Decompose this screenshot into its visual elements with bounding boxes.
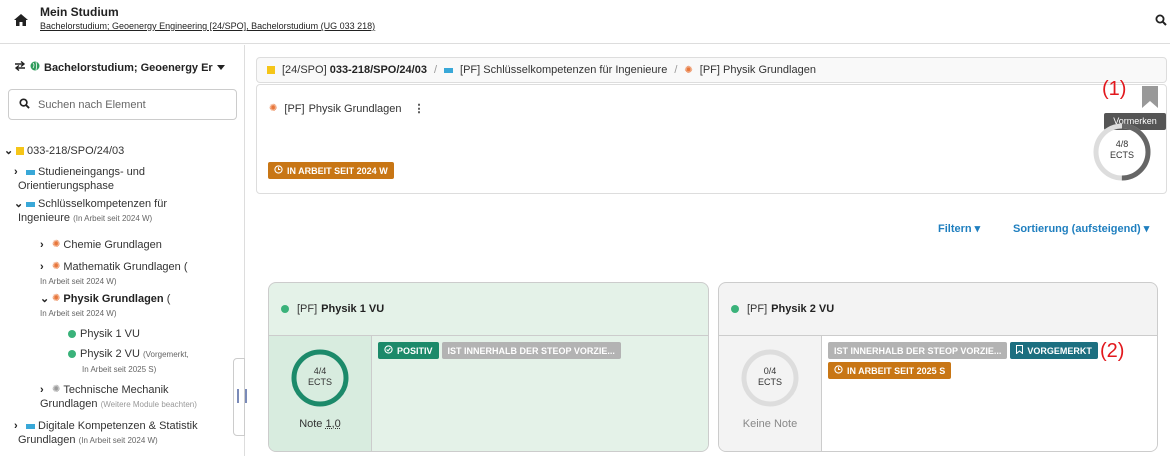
- chevron-down-icon: ⌄: [40, 293, 50, 305]
- caret-down-icon: [216, 62, 225, 74]
- breadcrumb-separator: /: [674, 64, 678, 76]
- annotation-2: (2): [1100, 340, 1125, 362]
- sidebar: Bachelorstudium; Geoenergy Er Suchen nac…: [0, 45, 245, 456]
- status-dot-icon: [731, 305, 739, 313]
- module-icon: ✺: [52, 239, 61, 251]
- clock-icon: [834, 365, 843, 376]
- ects-unit: ECTS: [307, 377, 332, 387]
- tree-node-steop[interactable]: › Studieneingangs- und Orientierungsphase: [14, 165, 145, 193]
- ects-progress-ring: 4/4 ECTS: [289, 347, 351, 409]
- status-badge: IN ARBEIT SEIT 2024 W: [268, 162, 394, 179]
- breadcrumb-separator: /: [433, 64, 438, 76]
- check-circle-icon: [384, 345, 393, 356]
- home-icon[interactable]: [14, 14, 28, 29]
- grade: Note 1,0: [299, 418, 341, 430]
- module-group-icon: [444, 67, 454, 73]
- folder-icon: [16, 147, 24, 156]
- course-card-badges: POSITIV IST INNERHALB DER STEOP VORZIE..…: [372, 335, 708, 451]
- breadcrumb-item-1[interactable]: [24/SPO] 033-218/SPO/24/03: [282, 64, 427, 76]
- search-icon[interactable]: [1155, 14, 1167, 29]
- chevron-right-icon: ›: [40, 239, 44, 251]
- steop-badge: IST INNERHALB DER STEOP VORZIE...: [828, 342, 1008, 359]
- tree-node-physik-1[interactable]: Physik 1 VU: [68, 327, 140, 341]
- module-group-icon: [26, 423, 35, 429]
- course-card-header: [PF] Physik 2 VU: [719, 283, 1157, 335]
- status-badge: IN ARBEIT SEIT 2025 S: [828, 362, 952, 379]
- module-icon: ✺: [52, 293, 61, 305]
- search-icon: [19, 97, 30, 112]
- module-icon: ✺: [52, 384, 61, 396]
- ects-value: 4/8: [1115, 139, 1129, 149]
- page-title: Mein Studium: [40, 5, 119, 19]
- ects-unit: ECTS: [1109, 150, 1134, 160]
- program-switcher[interactable]: Bachelorstudium; Geoenergy Er: [14, 60, 225, 74]
- breadcrumb: [24/SPO] 033-218/SPO/24/03 / [PF] Schlüs…: [256, 57, 1167, 83]
- chevron-down-icon: ⌄: [4, 145, 14, 157]
- module-icon: ✺: [269, 103, 278, 114]
- chevron-right-icon: ›: [40, 384, 44, 396]
- program-name: Bachelorstudium; Geoenergy Er: [44, 61, 213, 74]
- chevron-right-icon: ›: [14, 420, 18, 432]
- module-icon: ✺: [684, 64, 693, 76]
- ects-value: 0/4: [763, 366, 777, 376]
- status-dot-icon: [68, 350, 76, 359]
- module-title: ✺ [PF] Physik Grundlagen ⋮: [269, 102, 425, 116]
- tree-node-root[interactable]: ⌄ 033-218/SPO/24/03: [4, 144, 124, 158]
- search-placeholder: Suchen nach Element: [38, 98, 146, 111]
- bookmark-icon[interactable]: [1142, 86, 1158, 111]
- tree-node-technische-mechanik[interactable]: › ✺ Technische Mechanik Grundlagen (Weitere…: [40, 383, 197, 412]
- module-group-icon: [26, 169, 35, 175]
- breadcrumb-item-2[interactable]: [PF] Schlüsselkompetenzen für Ingenieure: [460, 64, 667, 76]
- annotation-1: (1): [1102, 78, 1127, 100]
- bookmark-icon: [1016, 345, 1024, 356]
- folder-icon: [267, 66, 275, 74]
- search-input[interactable]: Suchen nach Element: [8, 89, 237, 120]
- tree-node-mathematik[interactable]: › ✺ Mathematik Grundlagen (In Arbeit seit …: [40, 260, 188, 289]
- program-link[interactable]: Bachelorstudium; Geoenergy Engineering […: [40, 21, 375, 31]
- more-options-icon[interactable]: ⋮: [414, 102, 425, 115]
- sidebar-collapse-handle[interactable]: [233, 358, 247, 436]
- grade: Keine Note: [742, 418, 798, 430]
- chevron-right-icon: ›: [40, 261, 44, 273]
- tree-node-digitale-kompetenzen[interactable]: › Digitale Kompetenzen & Statistik Grundla…: [14, 419, 198, 448]
- course-card-ects: 0/4 ECTS Keine Note: [719, 335, 822, 451]
- chevron-down-icon: ⌄: [14, 198, 24, 210]
- course-card-header: [PF] Physik 1 VU: [269, 283, 708, 335]
- tree-node-physik-grundlagen[interactable]: ⌄ ✺ Physik Grundlagen (In Arbeit seit 2024…: [40, 292, 170, 321]
- status-dot-icon: [281, 305, 289, 313]
- ects-value: 4/4: [313, 366, 327, 376]
- course-card-physik-2[interactable]: [PF] Physik 2 VU 0/4 ECTS Keine Note IST…: [718, 282, 1158, 452]
- globe-icon: [30, 61, 40, 74]
- tree-node-physik-2[interactable]: Physik 2 VU (Vorgemerkt, In Arbeit seit 2…: [68, 347, 189, 377]
- positive-badge: POSITIV: [378, 342, 439, 359]
- tree-node-chemie[interactable]: › ✺ Chemie Grundlagen: [40, 238, 162, 252]
- steop-badge: IST INNERHALB DER STEOP VORZIE...: [441, 342, 621, 359]
- ects-progress-ring: 0/4 ECTS: [739, 347, 801, 409]
- swap-icon: [14, 60, 26, 74]
- status-dot-icon: [68, 330, 76, 339]
- ects-progress-ring: 4/8 ECTS: [1091, 121, 1153, 183]
- ects-unit: ECTS: [757, 377, 782, 387]
- clock-icon: [274, 165, 283, 176]
- course-card-ects: 4/4 ECTS Note 1,0: [269, 335, 372, 451]
- filter-button[interactable]: Filtern ▾: [938, 222, 980, 235]
- module-group-icon: [26, 201, 35, 207]
- tree-node-schluesselkompetenzen[interactable]: ⌄ Schlüsselkompetenzen für Ingenieure (In …: [14, 197, 167, 226]
- chevron-right-icon: ›: [14, 166, 18, 178]
- course-card-physik-1[interactable]: [PF] Physik 1 VU 4/4 ECTS Note 1,0 POSIT…: [268, 282, 709, 452]
- sort-button[interactable]: Sortierung (aufsteigend) ▾: [1013, 222, 1149, 235]
- module-icon: ✺: [52, 261, 61, 273]
- top-bar: Mein Studium Bachelorstudium; Geoenergy …: [0, 0, 1170, 44]
- bookmarked-badge: VORGEMERKT: [1010, 342, 1098, 359]
- breadcrumb-item-3[interactable]: [PF] Physik Grundlagen: [700, 64, 816, 76]
